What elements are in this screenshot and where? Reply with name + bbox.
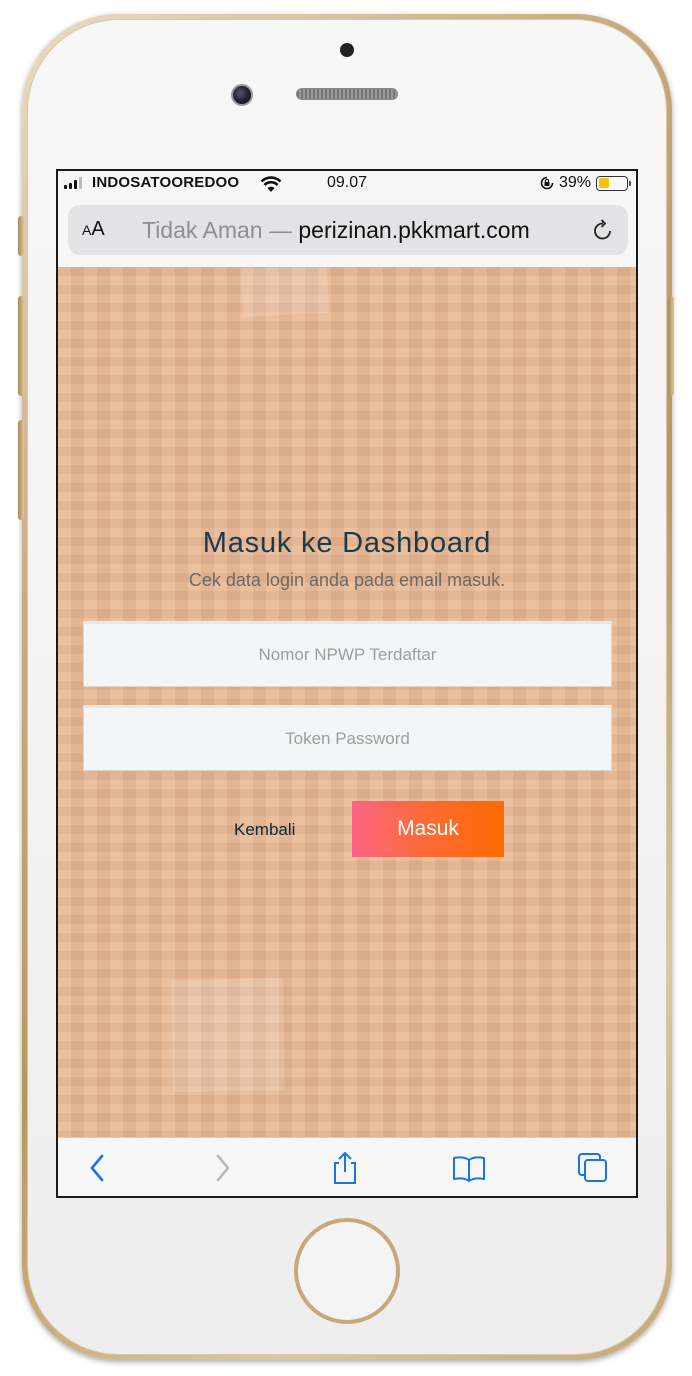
address-bar[interactable]: AA Tidak Aman — perizinan.pkkmart.com xyxy=(68,205,628,255)
volume-down-button xyxy=(18,420,24,520)
browser-header: AA Tidak Aman — perizinan.pkkmart.com xyxy=(58,197,636,267)
front-camera xyxy=(231,84,253,106)
text-size-icon[interactable]: AA xyxy=(82,218,105,241)
login-title: Masuk ke Dashboard xyxy=(202,527,492,559)
page-content: Masuk ke Dashboard Cek data login anda p… xyxy=(58,264,636,1139)
proximity-sensor xyxy=(340,43,354,57)
orientation-lock-icon xyxy=(540,176,554,190)
login-button[interactable]: Masuk xyxy=(352,801,504,857)
status-bar: INDOSATOOREDOO 09.07 39% xyxy=(58,171,636,197)
bookmarks-icon[interactable] xyxy=(451,1150,487,1186)
forward-icon[interactable] xyxy=(204,1150,240,1186)
npwp-input[interactable] xyxy=(83,621,612,687)
mute-switch xyxy=(18,216,24,256)
share-icon[interactable] xyxy=(327,1150,363,1186)
earpiece-speaker xyxy=(296,88,398,100)
power-button xyxy=(668,296,674,396)
browser-toolbar xyxy=(58,1137,636,1196)
url-domain: perizinan.pkkmart.com xyxy=(298,217,530,243)
url-insecure-label: Tidak Aman — xyxy=(142,217,292,243)
back-link[interactable]: Kembali xyxy=(234,820,295,840)
url-text[interactable]: Tidak Aman — perizinan.pkkmart.com xyxy=(142,217,530,244)
login-subtitle: Cek data login anda pada email masuk. xyxy=(188,570,506,590)
battery-level xyxy=(598,178,610,188)
home-button[interactable] xyxy=(294,1218,400,1324)
battery-icon xyxy=(596,175,631,191)
volume-up-button xyxy=(18,296,24,396)
token-password-input[interactable] xyxy=(83,705,612,771)
battery-percentage: 39% xyxy=(558,174,591,191)
tabs-icon[interactable] xyxy=(575,1150,611,1186)
decorative-square xyxy=(171,978,285,1092)
reload-icon[interactable] xyxy=(590,217,616,243)
phone-screen: INDOSATOOREDOO 09.07 39% AA Tidak Aman — xyxy=(56,169,638,1198)
decorative-square xyxy=(240,264,330,318)
back-icon[interactable] xyxy=(80,1150,116,1186)
status-right: 39% xyxy=(540,174,631,192)
